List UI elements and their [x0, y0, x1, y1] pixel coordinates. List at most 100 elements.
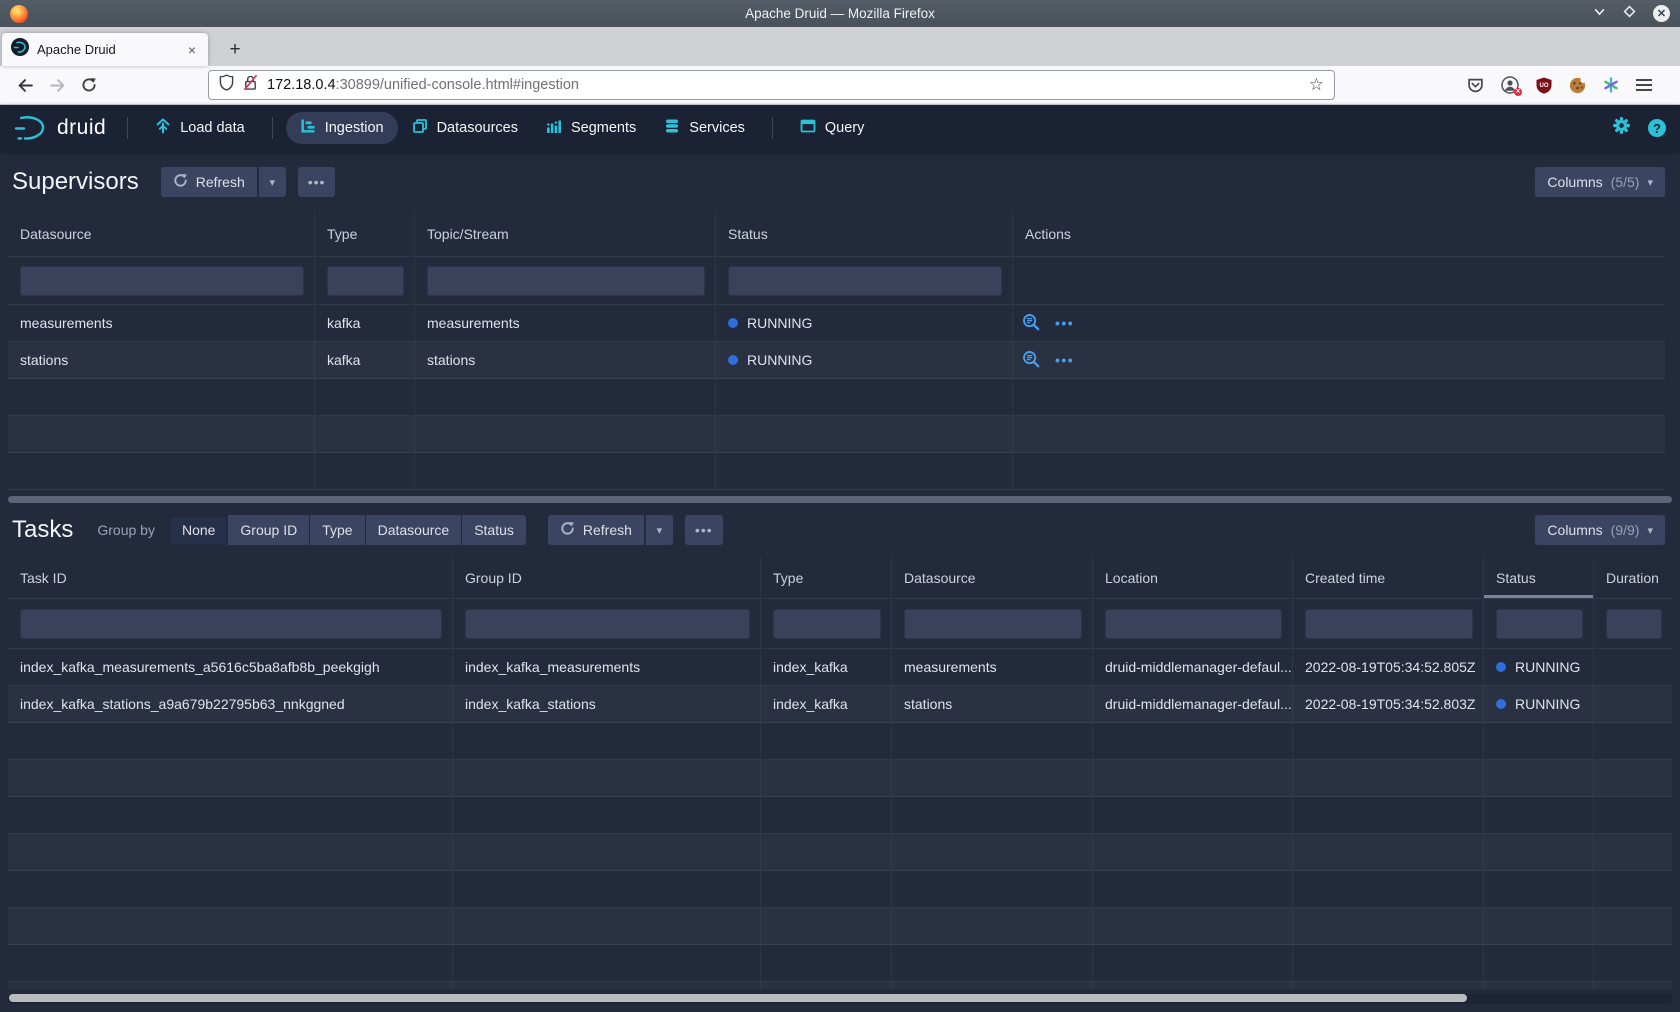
supervisor-type-filter-input[interactable] [327, 266, 404, 296]
task-group-id-cell: index_kafka_stations [453, 686, 761, 723]
nav-load-data-label: Load data [180, 120, 245, 136]
tasks-table: Task ID Group ID Type Datasource Locatio… [8, 557, 1672, 989]
ublock-icon[interactable]: UO [1536, 77, 1552, 94]
col-header-task-id[interactable]: Task ID [8, 557, 453, 599]
settings-gear-icon[interactable] [1612, 116, 1631, 140]
supervisors-horizontal-scrollbar[interactable] [8, 496, 1672, 503]
col-header-location[interactable]: Location [1093, 557, 1293, 599]
cookie-icon[interactable] [1569, 77, 1586, 94]
task-duration-filter-input[interactable] [1606, 609, 1662, 639]
group-by-group-id-button[interactable]: Group ID [228, 515, 309, 545]
supervisor-row: measurements kafka measurements RUNNING … [8, 305, 1665, 342]
nav-ingestion-label: Ingestion [325, 120, 384, 136]
empty-row [8, 797, 1672, 834]
bookmark-star-icon[interactable]: ☆ [1309, 75, 1324, 95]
extension-asterisk-icon[interactable] [1603, 77, 1619, 93]
task-row: index_kafka_stations_a9a679b22795b63_nnk… [8, 686, 1672, 723]
task-location-filter-input[interactable] [1105, 609, 1282, 639]
columns-count: (9/9) [1611, 522, 1640, 538]
new-tab-button[interactable]: + [220, 36, 250, 64]
supervisor-topic-filter-input[interactable] [427, 266, 705, 296]
services-icon [664, 118, 680, 138]
view-detail-magnifier-icon[interactable] [1022, 350, 1040, 371]
menu-icon[interactable] [1636, 79, 1652, 91]
nav-query[interactable]: Query [786, 112, 879, 144]
task-type-filter-input[interactable] [773, 609, 881, 639]
help-icon[interactable]: ? [1648, 119, 1666, 137]
task-status-filter-input[interactable] [1496, 609, 1583, 639]
supervisor-datasource-filter-input[interactable] [20, 266, 304, 296]
row-actions-more-icon[interactable]: ••• [1055, 352, 1074, 368]
supervisors-columns-button[interactable]: Columns (5/5) ▾ [1535, 167, 1665, 197]
task-datasource-filter-input[interactable] [904, 609, 1082, 639]
supervisors-more-button[interactable]: ••• [298, 167, 336, 197]
refresh-label: Refresh [583, 522, 632, 538]
supervisors-title: Supervisors [12, 168, 139, 196]
tasks-columns-button[interactable]: Columns (9/9) ▾ [1535, 515, 1665, 545]
task-created-time-cell: 2022-08-19T05:34:52.805Z [1293, 649, 1484, 686]
col-header-status[interactable]: Status [1484, 557, 1594, 599]
task-id-cell: index_kafka_stations_a9a679b22795b63_nnk… [8, 686, 453, 723]
nav-segments-label: Segments [571, 120, 636, 136]
nav-datasources[interactable]: Datasources [398, 112, 532, 144]
close-icon[interactable]: ✕ [1653, 5, 1670, 22]
tasks-more-button[interactable]: ••• [685, 515, 723, 545]
supervisor-datasource-cell: measurements [8, 305, 315, 342]
tasks-scrollbar-thumb[interactable] [9, 994, 1467, 1002]
nav-load-data[interactable]: Load data [141, 112, 259, 144]
supervisor-status-filter-input[interactable] [728, 266, 1002, 296]
tracking-shield-icon[interactable] [219, 74, 234, 96]
nav-services[interactable]: Services [650, 112, 759, 144]
query-icon [800, 118, 816, 138]
url-bar[interactable]: 172.18.0.4:30899/unified-console.html#in… [208, 70, 1335, 100]
minimize-icon[interactable] [1593, 5, 1606, 23]
pocket-icon[interactable] [1467, 77, 1484, 94]
druid-logo[interactable]: druid [14, 115, 106, 141]
nav-divider [127, 117, 128, 139]
back-icon[interactable] [12, 72, 38, 98]
ingestion-icon [300, 118, 316, 138]
col-header-status[interactable]: Status [716, 211, 1013, 257]
tasks-section-header: Tasks Group by None Group ID Type Dataso… [8, 503, 1672, 557]
tab-apache-druid[interactable]: Apache Druid × [2, 33, 208, 66]
forward-icon[interactable] [44, 72, 70, 98]
account-icon[interactable]: ✕ [1501, 76, 1519, 94]
maximize-icon[interactable] [1623, 5, 1636, 23]
col-header-type[interactable]: Type [315, 211, 415, 257]
group-by-type-button[interactable]: Type [310, 515, 364, 545]
group-by-datasource-button[interactable]: Datasource [366, 515, 462, 545]
tasks-refresh-button[interactable]: Refresh [548, 515, 644, 545]
col-header-datasource[interactable]: Datasource [8, 211, 315, 257]
tab-close-icon[interactable]: × [185, 42, 199, 58]
nav-ingestion[interactable]: Ingestion [286, 112, 398, 144]
task-created-time-filter-input[interactable] [1305, 609, 1473, 639]
datasources-icon [412, 118, 428, 138]
col-header-datasource[interactable]: Datasource [892, 557, 1093, 599]
supervisors-refresh-caret-button[interactable]: ▾ [259, 167, 286, 197]
col-header-actions: Actions [1013, 211, 1665, 257]
druid-logo-icon [14, 115, 48, 141]
row-actions-more-icon[interactable]: ••• [1055, 315, 1074, 331]
running-status-dot [728, 318, 738, 328]
tasks-horizontal-scrollbar[interactable] [8, 994, 1672, 1004]
empty-row [8, 908, 1672, 945]
supervisors-refresh-button[interactable]: Refresh [161, 167, 257, 197]
task-location-cell: druid-middlemanager-defaul... [1093, 649, 1293, 686]
tasks-title: Tasks [12, 516, 73, 544]
supervisor-actions-cell: ••• [1013, 305, 1665, 342]
reload-icon[interactable] [76, 72, 102, 98]
group-by-status-button[interactable]: Status [462, 515, 526, 545]
col-header-duration[interactable]: Duration [1594, 557, 1672, 599]
task-location-cell: druid-middlemanager-defaul... [1093, 686, 1293, 723]
task-id-filter-input[interactable] [20, 609, 442, 639]
tasks-refresh-caret-button[interactable]: ▾ [646, 515, 673, 545]
col-header-created-time[interactable]: Created time [1293, 557, 1484, 599]
insecure-lock-icon[interactable] [243, 74, 258, 96]
view-detail-magnifier-icon[interactable] [1022, 313, 1040, 334]
task-group-id-filter-input[interactable] [465, 609, 750, 639]
nav-segments[interactable]: Segments [532, 112, 650, 144]
col-header-topic-stream[interactable]: Topic/Stream [415, 211, 716, 257]
col-header-group-id[interactable]: Group ID [453, 557, 761, 599]
group-by-none-button[interactable]: None [170, 515, 227, 545]
col-header-type[interactable]: Type [761, 557, 892, 599]
